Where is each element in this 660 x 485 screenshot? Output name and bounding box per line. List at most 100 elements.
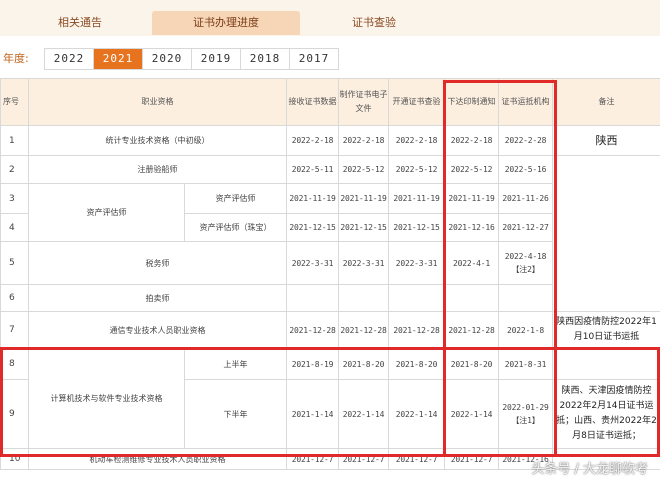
row-ship: 2022-4-18 【注2】 [498,241,553,285]
certificate-progress-table: 序号 职业资格 接收证书数据 制作证书电子文件 开通证书查验 下达印制通知 证书… [0,78,660,470]
row-remark [552,348,660,380]
row-receive: 2022-2-18 [286,125,339,156]
row-qualification: 统计专业技术资格（中初级） [28,125,287,156]
row-receive [286,284,339,312]
row-ship: 2022-5-16 [498,155,553,184]
row-seq: 4 [0,213,29,242]
year-filter-label: 年度: [3,52,29,65]
year-option-2019[interactable]: 2019 [192,49,241,69]
row-receive: 2021-1-14 [286,379,339,449]
year-option-2018[interactable]: 2018 [241,49,290,69]
year-option-2021[interactable]: 2021 [94,49,143,69]
row-receive: 2021-12-7 [286,448,339,470]
row-qualification: 机动车检测维修专业技术人员职业资格 [28,448,287,470]
row-qualification: 通信专业技术人员职业资格 [28,311,287,349]
row-seq: 1 [0,125,29,156]
row-notice [444,284,499,312]
row-ship: 2021-11-26 [498,183,553,214]
row-make: 2021-12-28 [338,311,389,349]
row-ship: 2021-8-31 [498,348,553,380]
row-qualification: 注册验船师 [28,155,287,184]
tab-related-notices[interactable]: 相关通告 [20,11,140,35]
row-query: 2021-8-20 [388,348,445,380]
row-seq: 6 [0,284,29,312]
row-receive: 2021-8-19 [286,348,339,380]
row-remark: 陕西 [552,125,660,156]
year-filter: 2022 2021 2020 2019 2018 2017 [44,48,339,70]
row-qualification: 上半年 [184,348,287,380]
row-make: 2022-5-12 [338,155,389,184]
header-notice: 下达印制通知 [444,78,499,126]
ship-date: 2022-4-18 [504,252,547,261]
row-notice: 2021-8-20 [444,348,499,380]
row-make: 2021-11-19 [338,183,389,214]
tab-certificate-verify[interactable]: 证书查验 [318,11,430,35]
row-notice: 2022-4-1 [444,241,499,285]
watermark: 头条号 / 大龙聊软考 [531,462,648,477]
row-query: 2022-5-12 [388,155,445,184]
row-notice: 2021-12-16 [444,213,499,242]
row-remark: 陕西因疫情防控2022年1月10日证书运抵 [552,311,660,349]
year-option-2022[interactable]: 2022 [45,49,94,69]
row-query [388,284,445,312]
ship-date: 2022-01-29 [502,403,549,412]
row-qualification: 税务师 [28,241,287,285]
row-make: 2022-2-18 [338,125,389,156]
row-notice: 2022-2-18 [444,125,499,156]
row-qualification: 拍卖师 [28,284,287,312]
row-qualification: 下半年 [184,379,287,449]
row-notice: 2021-11-19 [444,183,499,214]
year-option-2017[interactable]: 2017 [290,49,338,69]
row-seq: 8 [0,348,29,380]
row-make: 2022-1-14 [338,379,389,449]
table-row: 2 注册验船师 2022-5-11 2022-5-12 2022-5-12 20… [0,155,660,312]
table-row: 8 计算机技术与软件专业技术资格 上半年 2021-8-19 2021-8-20… [0,348,660,449]
row-receive: 2021-12-15 [286,213,339,242]
table-row: 7 通信专业技术人员职业资格 2021-12-28 2021-12-28 202… [0,311,660,349]
tab-certificate-progress[interactable]: 证书办理进度 [152,11,300,35]
row-receive: 2021-12-28 [286,311,339,349]
row-ship: 2021-12-27 [498,213,553,242]
year-option-2020[interactable]: 2020 [143,49,192,69]
row-query: 2021-11-19 [388,183,445,214]
header-ship: 证书运抵机构 [498,78,553,126]
table-header-row: 序号 职业资格 接收证书数据 制作证书电子文件 开通证书查验 下达印制通知 证书… [0,78,660,126]
row-query: 2022-3-31 [388,241,445,285]
row-receive: 2022-5-11 [286,155,339,184]
row-make: 2021-8-20 [338,348,389,380]
row-ship: 2022-01-29 【注1】 [498,379,553,449]
header-seq: 序号 [0,78,29,126]
row-ship [498,284,553,312]
row-make: 2022-3-31 [338,241,389,285]
row-query: 2022-1-14 [388,379,445,449]
header-query: 开通证书查验 [388,78,445,126]
row-qualification: 资产评估师 [184,183,287,214]
row-make: 2021-12-15 [338,213,389,242]
row-group: 资产评估师 [28,183,185,242]
ship-note-link[interactable]: 【注2】 [500,263,552,276]
row-notice: 2022-5-12 [444,155,499,184]
row-seq: 5 [0,241,29,285]
row-qualification: 资产评估师（珠宝） [184,213,287,242]
row-seq: 10 [0,448,29,470]
row-remark: 陕西、天津因疫情防控2022年2月14日证书运抵；山西、贵州2022年2月8日证… [552,379,660,449]
header-remark: 备注 [552,78,660,126]
row-make [338,284,389,312]
row-query: 2021-12-28 [388,311,445,349]
row-notice: 2022-1-14 [444,379,499,449]
row-ship: 2022-2-28 [498,125,553,156]
row-query: 2022-2-18 [388,125,445,156]
row-notice: 2021-12-7 [444,448,499,470]
row-make: 2021-12-7 [338,448,389,470]
header-receive: 接收证书数据 [286,78,339,126]
ship-note-link[interactable]: 【注1】 [500,414,552,427]
row-group: 计算机技术与软件专业技术资格 [28,348,185,449]
row-receive: 2022-3-31 [286,241,339,285]
header-make: 制作证书电子文件 [338,78,389,126]
row-query: 2021-12-15 [388,213,445,242]
row-seq: 9 [0,379,29,449]
row-seq: 2 [0,155,29,184]
top-tab-bar: 相关通告 证书办理进度 证书查验 [0,0,660,36]
row-query: 2021-12-7 [388,448,445,470]
table-row: 1 统计专业技术资格（中初级） 2022-2-18 2022-2-18 2022… [0,125,660,156]
